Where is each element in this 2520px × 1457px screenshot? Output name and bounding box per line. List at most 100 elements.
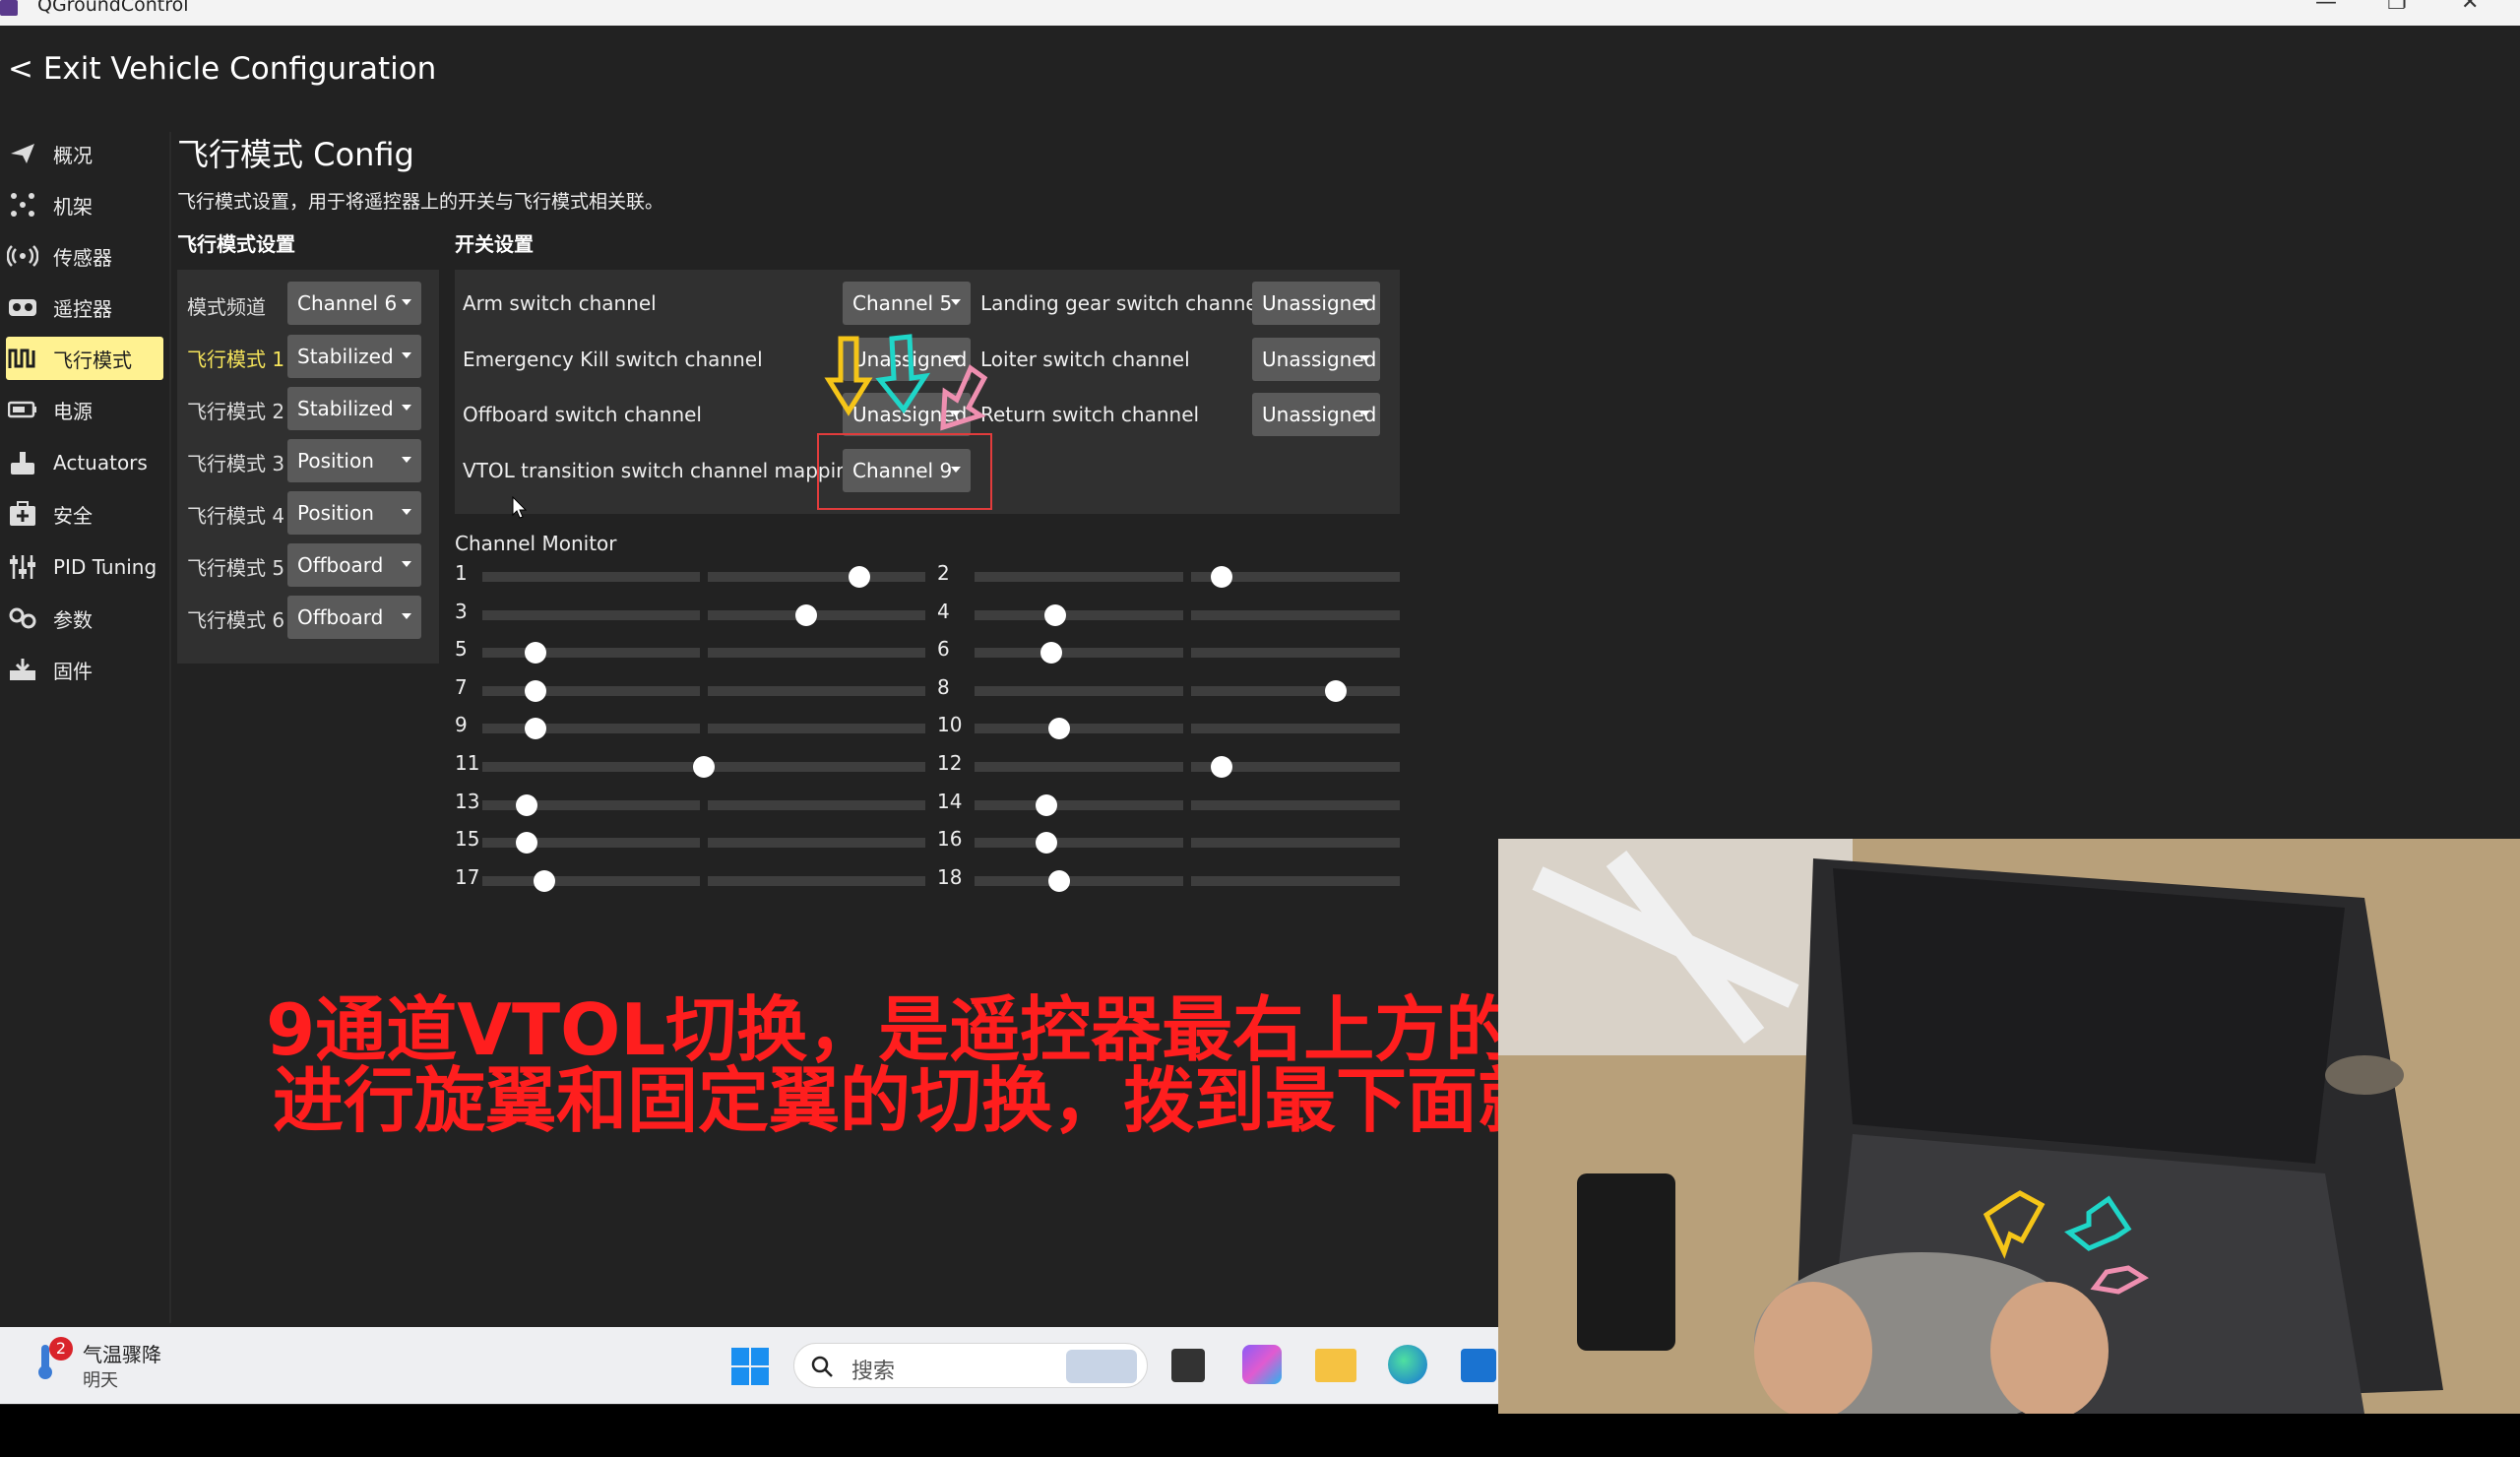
task-view-icon[interactable] — [1171, 1349, 1205, 1382]
flight-modes-icon — [6, 345, 39, 372]
channel-track-divider — [1183, 874, 1191, 887]
channel-track-divider — [700, 571, 708, 583]
channel-number: 15 — [455, 827, 480, 852]
channel-number: 13 — [455, 789, 480, 813]
close-icon[interactable]: ✕ — [2461, 0, 2479, 15]
channel-track-divider — [700, 647, 708, 660]
channel-number: 6 — [937, 637, 950, 662]
channel-level-indicator — [1048, 718, 1071, 740]
channel-track-divider — [700, 798, 708, 811]
weather-title[interactable]: 气温骤降 — [83, 1339, 161, 1367]
switch-settings-panel: Arm switch channel Channel 5 Emergency K… — [455, 270, 1400, 514]
window-title: QGroundControl — [37, 0, 189, 16]
sidebar-item-label: 传感器 — [53, 245, 112, 270]
channel-track-divider — [1183, 761, 1191, 773]
edge-browser-icon[interactable] — [1388, 1345, 1427, 1384]
chevron-down-icon — [402, 299, 411, 305]
channel-number: 7 — [455, 674, 468, 699]
flight-mode-4-select[interactable]: Position — [287, 491, 421, 535]
flight-mode-5-label: 飞行模式 5 — [187, 556, 285, 580]
channel-track-divider — [1183, 571, 1191, 583]
flight-mode-1-select[interactable]: Stabilized — [287, 335, 421, 378]
arm-switch-select[interactable]: Channel 5 — [843, 282, 971, 325]
camera-video-overlay — [1498, 839, 2520, 1414]
sidebar-item-summary[interactable]: 概况 — [6, 132, 163, 175]
parameters-icon — [6, 604, 39, 632]
flight-mode-5-select[interactable]: Offboard — [287, 543, 421, 587]
radio-controller-icon — [6, 293, 39, 321]
store-icon[interactable] — [1461, 1349, 1496, 1382]
flight-mode-3-select[interactable]: Position — [287, 439, 421, 482]
flight-mode-6-label: 飞行模式 6 — [187, 608, 285, 632]
app-logo-icon — [0, 0, 18, 16]
mode-channel-select[interactable]: Channel 6 — [287, 282, 421, 325]
flight-mode-6-select[interactable]: Offboard — [287, 596, 421, 639]
page-description: 飞行模式设置，用于将遥控器上的开关与飞行模式相关联。 — [177, 191, 664, 213]
flight-mode-1-label: 飞行模式 1 — [187, 348, 285, 371]
channel-level-indicator — [516, 832, 537, 855]
channel-number: 17 — [455, 864, 480, 889]
channel-track-divider — [700, 684, 708, 697]
taskbar-search-box[interactable]: 搜索 — [793, 1343, 1148, 1388]
return-switch-select[interactable]: Unassigned — [1252, 393, 1380, 436]
sidebar-item-sensors[interactable]: 传感器 — [6, 234, 163, 278]
sensor-icon — [6, 242, 39, 270]
channel-number: 16 — [937, 827, 963, 852]
channel-number: 11 — [455, 751, 480, 775]
sidebar-item-safety[interactable]: 安全 — [6, 492, 163, 536]
chevron-down-icon — [951, 299, 961, 305]
offboard-switch-label: Offboard switch channel — [463, 403, 702, 426]
channel-number: 8 — [937, 674, 950, 699]
channel-track-divider — [700, 874, 708, 887]
sidebar-item-parameters[interactable]: 参数 — [6, 597, 163, 640]
channel-track-divider — [1183, 684, 1191, 697]
loiter-switch-select[interactable]: Unassigned — [1252, 338, 1380, 381]
channel-level-indicator — [1325, 679, 1348, 702]
paper-plane-icon — [6, 140, 39, 167]
channel-level-indicator — [1036, 832, 1058, 855]
annotation-arrows — [824, 334, 988, 431]
sidebar-item-radio[interactable]: 遥控器 — [6, 285, 163, 329]
sidebar-item-label: 固件 — [53, 659, 93, 683]
channel-level-indicator — [1210, 566, 1232, 588]
flight-mode-2-select[interactable]: Stabilized — [287, 387, 421, 430]
minimize-icon[interactable]: — — [2315, 0, 2337, 15]
page-title: 飞行模式 Config — [177, 136, 414, 173]
chevron-down-icon — [1360, 355, 1370, 361]
flight-mode-3-label: 飞行模式 3 — [187, 452, 285, 475]
sidebar-divider — [169, 132, 171, 1323]
safety-icon — [6, 500, 39, 528]
mouse-cursor-icon — [512, 496, 528, 519]
microsoft-365-icon[interactable] — [1242, 1345, 1282, 1384]
arm-switch-label: Arm switch channel — [463, 291, 657, 315]
search-placeholder: 搜索 — [851, 1360, 896, 1384]
sidebar-item-airframe[interactable]: 机架 — [6, 183, 163, 226]
sidebar-item-flight-modes[interactable]: 飞行模式 — [6, 337, 163, 380]
windows-start-icon[interactable] — [730, 1347, 770, 1390]
channel-track-divider — [700, 837, 708, 850]
chevron-down-icon — [402, 509, 411, 515]
sidebar-item-actuators[interactable]: Actuators — [6, 441, 163, 484]
mode-channel-label: 模式频道 — [187, 295, 266, 319]
battery-icon — [6, 396, 39, 423]
channel-level-indicator — [1210, 756, 1232, 778]
sidebar-item-power[interactable]: 电源 — [6, 388, 163, 431]
channel-level-indicator — [693, 756, 715, 778]
sidebar-item-label: 飞行模式 — [53, 348, 132, 372]
landing-gear-switch-select[interactable]: Unassigned — [1252, 282, 1380, 325]
sidebar-item-label: 概况 — [53, 143, 93, 167]
sidebar-item-firmware[interactable]: 固件 — [6, 648, 163, 691]
channel-track-divider — [1183, 647, 1191, 660]
channel-number: 1 — [455, 561, 468, 585]
sidebar-item-pid-tuning[interactable]: PID Tuning — [6, 545, 163, 589]
channel-level-indicator — [534, 869, 555, 892]
restore-icon[interactable]: ❐ — [2387, 0, 2407, 15]
channel-track-divider — [700, 723, 708, 735]
chevron-down-icon — [402, 613, 411, 619]
file-explorer-icon[interactable] — [1315, 1349, 1356, 1382]
search-highlight-image — [1066, 1350, 1137, 1383]
channel-monitor-title: Channel Monitor — [455, 532, 617, 555]
exit-vehicle-config-button[interactable]: < Exit Vehicle Configuration — [8, 51, 436, 87]
yellow-arrow-icon — [824, 336, 873, 416]
channel-number: 10 — [937, 713, 963, 737]
